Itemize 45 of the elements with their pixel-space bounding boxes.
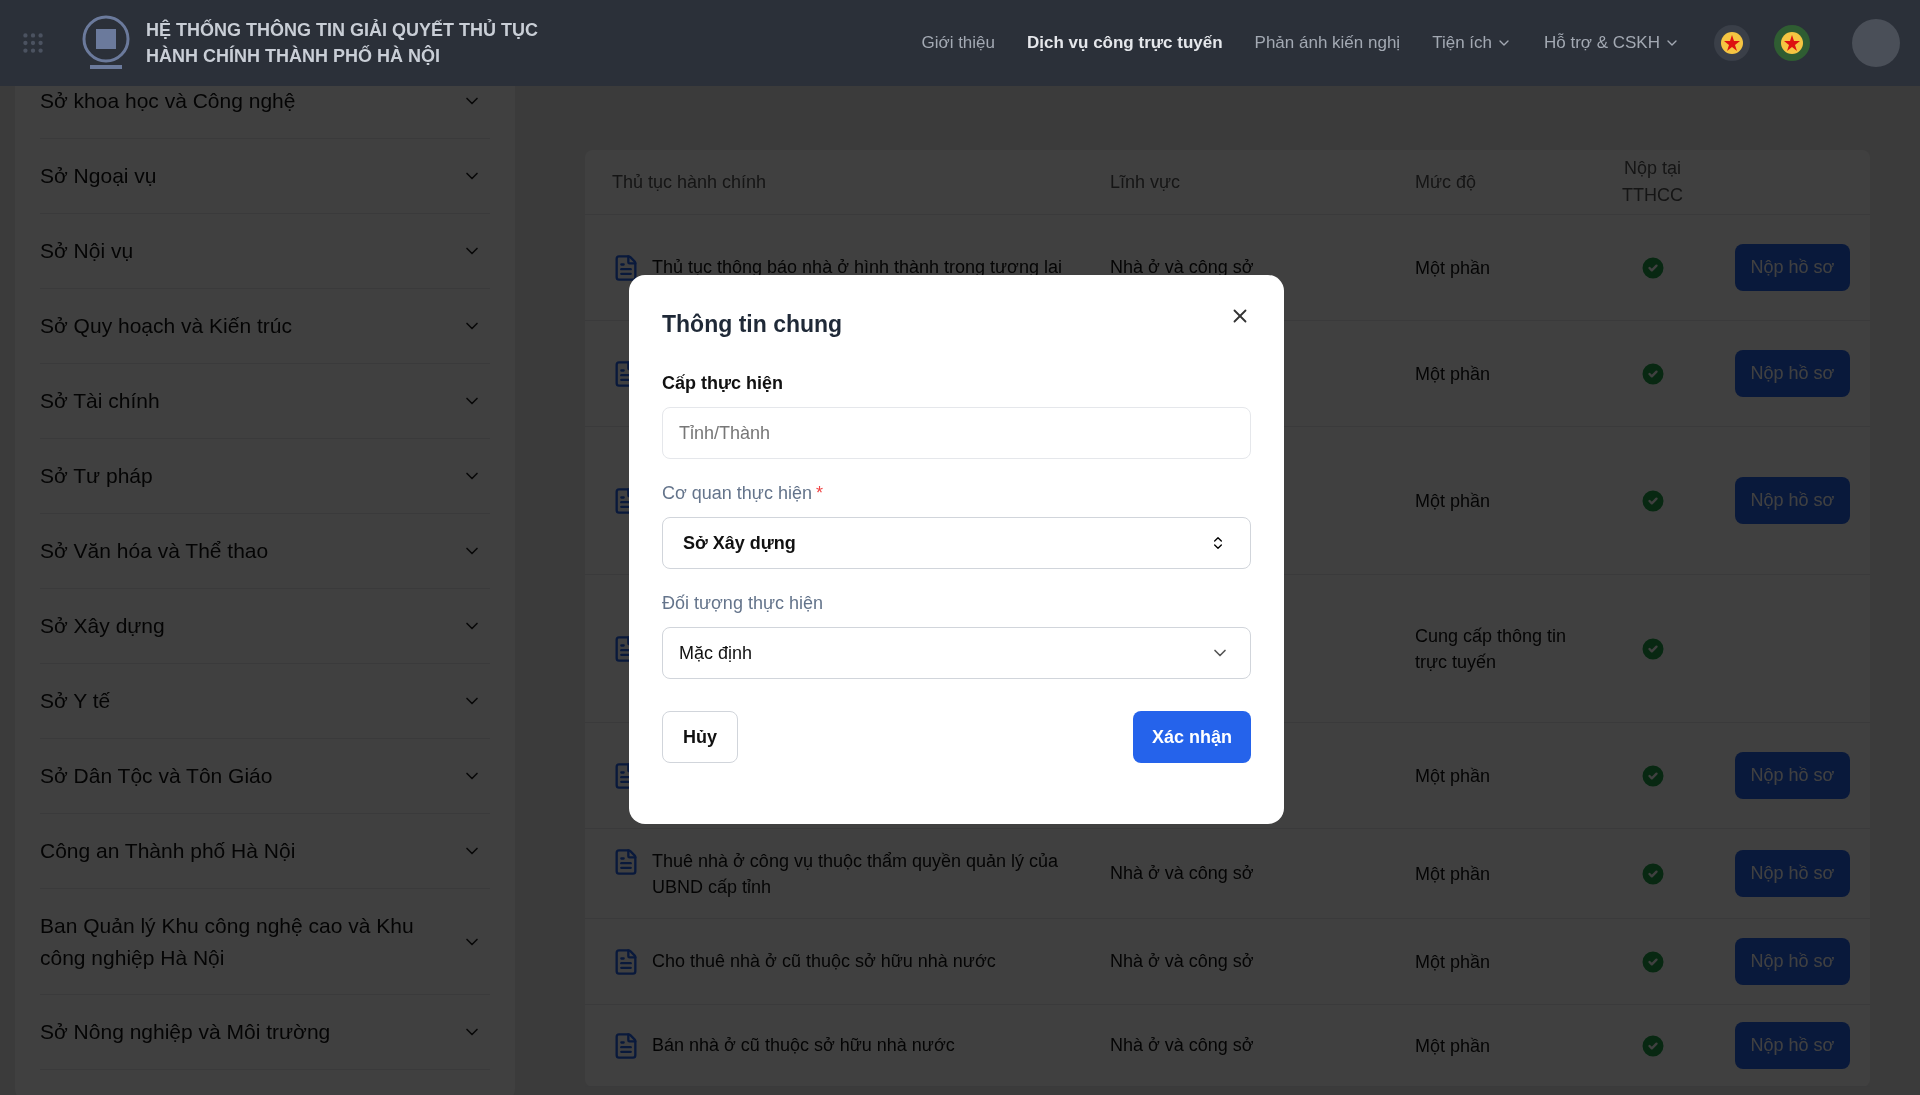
field-label: Cấp thực hiện <box>662 371 784 395</box>
sidebar-label: Sở Y tế <box>40 688 112 714</box>
sidebar-label: Sở khoa học và Công nghệ <box>40 88 297 114</box>
sidebar-label: Sở Nông nghiệp và Môi trường <box>40 1019 332 1045</box>
level-cell-text: Một phần <box>1415 256 1492 280</box>
confirm-button[interactable]: Xác nhận <box>1133 711 1251 763</box>
input-field[interactable]: Tỉnh/Thành <box>662 407 1251 459</box>
required-mark: * <box>815 481 823 505</box>
badge-emblem-icon <box>1772 23 1812 63</box>
cancel-button[interactable]: Hủy <box>662 711 738 763</box>
field-cell: Nhà ở và công sở <box>1110 951 1254 971</box>
nav-link[interactable]: Hỗ trợ & CSKH <box>1544 30 1680 56</box>
sidebar-label: Sở Xây dựng <box>40 613 166 639</box>
sidebar-label: Sở Ngoại vụ <box>40 163 158 189</box>
sidebar-label: Ban Quản lý Khu công nghệ cao và Khu công nghiệp Hà Nội <box>40 912 415 971</box>
sidebar-label: Sở Tư pháp <box>40 463 154 489</box>
level-cell-text: Một phần <box>1415 362 1492 386</box>
sidebar-label: Công an Thành phố Hà Nội <box>40 838 297 864</box>
sidebar-label: Sở Dân Tộc và Tôn Giáo <box>40 763 274 789</box>
user-avatar[interactable] <box>1852 19 1900 67</box>
nav-link[interactable]: Giới thiệu <box>921 30 995 56</box>
nav-link[interactable]: Phản ánh kiến nghị <box>1254 30 1401 56</box>
field-cell: Nhà ở và công sở <box>1110 863 1254 883</box>
level-cell-text: Cung cấp thông tin trực tuyến <box>1415 624 1568 674</box>
apps-grid-icon[interactable] <box>20 30 46 56</box>
site-title: HỆ THỐNG THÔNG TIN GIẢI QUYẾT THỦ TỤC <box>146 18 538 42</box>
select-field[interactable]: Mặc định <box>662 627 1251 679</box>
modal-title: Thông tin chung <box>662 310 843 339</box>
sidebar-label: Sở Văn hóa và Thể thao <box>40 538 270 564</box>
sidebar-label: Sở Nội vụ <box>40 238 135 264</box>
site-title: HÀNH CHÍNH THÀNH PHỐ HÀ NỘI <box>146 44 441 68</box>
level-cell-text: Một phần <box>1415 950 1492 974</box>
field-label: Đối tượng thực hiện <box>662 591 823 615</box>
star-emblem-icon <box>1712 23 1752 63</box>
nav-link[interactable]: Dịch vụ công trực tuyến <box>1027 30 1223 56</box>
level-cell-text: Một phần <box>1415 764 1492 788</box>
level-cell-text: Một phần <box>1415 1034 1492 1058</box>
field-cell: Nhà ở và công sở <box>1110 1035 1254 1055</box>
nav-link[interactable]: Tiện ích <box>1432 30 1512 56</box>
sidebar-label: Sở Quy hoạch và Kiến trúc <box>40 313 293 339</box>
level-cell-text: Một phần <box>1415 862 1492 886</box>
level-cell-text: Một phần <box>1415 489 1492 513</box>
select-field[interactable]: Sở Xây dựng <box>662 517 1251 569</box>
sidebar-label: Sở Tài chính <box>40 388 161 414</box>
field-label: Cơ quan thực hiện <box>662 481 812 505</box>
